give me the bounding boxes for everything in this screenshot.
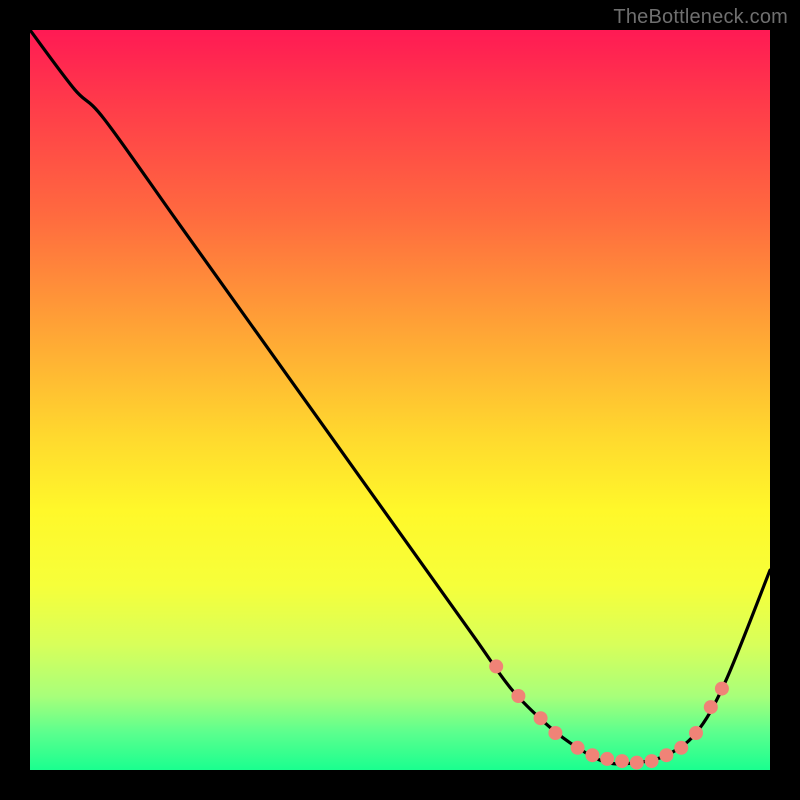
bottleneck-curve bbox=[30, 30, 770, 764]
highlight-dot bbox=[489, 659, 503, 673]
highlight-dot bbox=[645, 754, 659, 768]
highlight-dot bbox=[630, 756, 644, 770]
plot-area bbox=[30, 30, 770, 770]
highlight-dot bbox=[674, 741, 688, 755]
highlight-dot bbox=[585, 748, 599, 762]
highlight-dot bbox=[511, 689, 525, 703]
watermark-text: TheBottleneck.com bbox=[613, 6, 788, 29]
chart-frame bbox=[30, 30, 770, 770]
highlight-dot bbox=[659, 748, 673, 762]
highlight-dot bbox=[715, 682, 729, 696]
highlight-dot bbox=[704, 700, 718, 714]
highlight-dots bbox=[489, 659, 729, 769]
highlight-dot bbox=[548, 726, 562, 740]
chart-svg bbox=[30, 30, 770, 770]
highlight-dot bbox=[615, 754, 629, 768]
highlight-dot bbox=[600, 752, 614, 766]
highlight-dot bbox=[571, 741, 585, 755]
highlight-dot bbox=[534, 711, 548, 725]
highlight-dot bbox=[689, 726, 703, 740]
